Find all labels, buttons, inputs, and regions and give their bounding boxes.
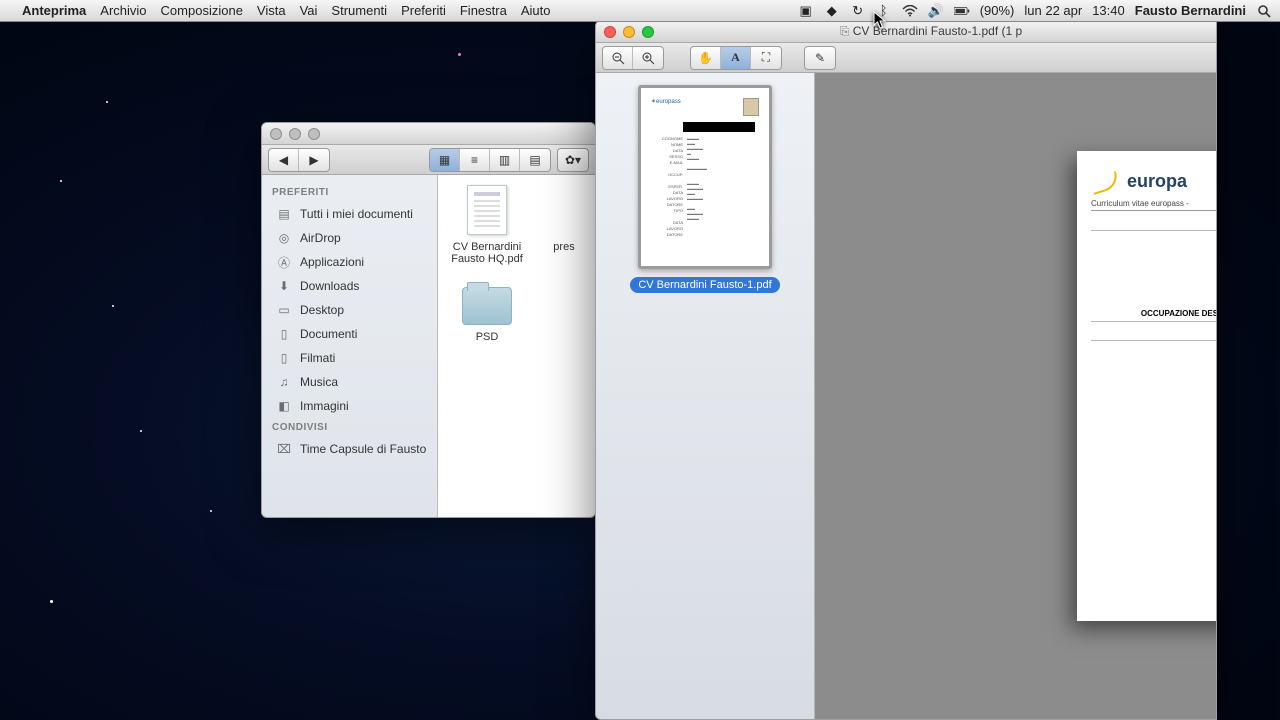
user-menu[interactable]: Fausto Bernardini [1135,3,1246,18]
sidebar-item-music[interactable]: ♫Musica [262,370,437,394]
time[interactable]: 13:40 [1092,3,1125,18]
thumbnail-label: CV Bernardini Fausto-1.pdf [630,277,779,293]
rect-select-button[interactable]: ⛶ [751,47,781,69]
sidebar-item-documents[interactable]: ▯Documenti [262,322,437,346]
movies-icon: ▯ [276,350,292,366]
photo-icon [743,98,759,116]
minimize-button[interactable] [623,26,635,38]
shared-header: CONDIVISI [262,418,437,437]
sidebar-item-applications[interactable]: ⒶApplicazioni [262,250,437,274]
music-icon: ♫ [276,374,292,390]
europass-logo-icon: ✶europass [651,98,681,105]
view-coverflow-button[interactable]: ▤ [520,149,550,171]
screen-icon[interactable]: ▣ [798,3,814,19]
sidebar-item-desktop[interactable]: ▭Desktop [262,298,437,322]
menu-vista[interactable]: Vista [257,3,286,18]
view-icons-button[interactable]: ▦ [430,149,460,171]
zoom-button[interactable] [642,26,654,38]
desktop-icon: ▭ [276,302,292,318]
images-icon: ◧ [276,398,292,414]
timemachine-icon[interactable]: ↻ [850,3,866,19]
pdf-icon [467,185,507,235]
europass-logo-icon: europa [1091,169,1216,193]
sidebar-item-downloads[interactable]: ⬇Downloads [262,274,437,298]
file-label: pres [553,241,574,253]
menu-composizione[interactable]: Composizione [161,3,243,18]
zoom-button[interactable] [308,128,320,140]
menu-aiuto[interactable]: Aiuto [521,3,551,18]
sidebar-item-movies[interactable]: ▯Filmati [262,346,437,370]
airdrop-icon: ◎ [276,230,292,246]
file-label: PSD [476,331,499,343]
sidebar-item-images[interactable]: ◧Immagini [262,394,437,418]
sidebar-item-timecapsule[interactable]: ⌧Time Capsule di Fausto [262,437,437,461]
document-canvas[interactable]: europa Curriculum vitae europass - INFOR… [815,73,1216,719]
applications-icon: Ⓐ [276,254,292,270]
battery-percent: (90%) [980,3,1015,18]
menubar: Anteprima Archivio Composizione Vista Va… [0,0,1280,22]
finder-toolbar: ◀ ▶ ▦ ≡ ▥ ▤ ✿▾ [262,145,595,175]
date[interactable]: lun 22 apr [1024,3,1082,18]
action-button[interactable]: ✿▾ [558,149,588,171]
forward-button[interactable]: ▶ [299,149,329,171]
preview-title: ⎘ CV Bernardini Fausto-1.pdf (1 p [654,24,1208,39]
back-button[interactable]: ◀ [269,149,299,171]
preview-window: ⎘ CV Bernardini Fausto-1.pdf (1 p ✋ A ⛶ … [595,20,1217,720]
document-page: europa Curriculum vitae europass - INFOR… [1077,151,1216,621]
preview-toolbar: ✋ A ⛶ ✎ [596,43,1216,73]
sidebar-item-airdrop[interactable]: ◎AirDrop [262,226,437,250]
sidebar-item-all-docs[interactable]: ▤Tutti i miei documenti [262,202,437,226]
menu-archivio[interactable]: Archivio [100,3,146,18]
annotate-button[interactable]: ✎ [805,47,835,69]
hand-tool-button[interactable]: ✋ [691,47,721,69]
view-columns-button[interactable]: ▥ [490,149,520,171]
spotlight-icon[interactable] [1256,3,1272,19]
page-subtitle: Curriculum vitae europass - [1091,199,1216,211]
volume-icon[interactable]: 🔊 [928,3,944,19]
file-cv-hq[interactable]: CV Bernardini Fausto HQ.pdf PSD [448,185,526,343]
cursor-icon [873,11,887,29]
menu-finestra[interactable]: Finestra [460,3,507,18]
text-select-button[interactable]: A [721,47,751,69]
file-pres[interactable]: pres [544,185,584,253]
file-label: CV Bernardini Fausto HQ.pdf [448,241,526,265]
menu-vai[interactable]: Vai [300,3,318,18]
wifi-icon[interactable] [902,3,918,19]
dropbox-icon[interactable]: ◆ [824,3,840,19]
preview-titlebar[interactable]: ⎘ CV Bernardini Fausto-1.pdf (1 p [596,21,1216,43]
minimize-button[interactable] [289,128,301,140]
folder-icon [462,287,512,325]
finder-titlebar[interactable] [262,123,595,145]
close-button[interactable] [270,128,282,140]
thumbnail-sidebar: ✶europass COGNOMENOMEDATASESSOE-MAILOCCU… [596,73,815,719]
app-menu[interactable]: Anteprima [22,3,86,18]
finder-content[interactable]: CV Bernardini Fausto HQ.pdf PSD pres [438,175,595,517]
documents-icon: ▯ [276,326,292,342]
page-thumbnail[interactable]: ✶europass COGNOMENOMEDATASESSOE-MAILOCCU… [638,85,772,269]
zoom-out-button[interactable] [603,47,633,69]
view-list-button[interactable]: ≡ [460,149,490,171]
zoom-in-button[interactable] [633,47,663,69]
battery-icon[interactable] [954,3,970,19]
favorites-header: PREFERITI [262,183,437,202]
timecapsule-icon: ⌧ [276,441,292,457]
doc-icon: ▤ [276,206,292,222]
close-button[interactable] [604,26,616,38]
menu-strumenti[interactable]: Strumenti [331,3,387,18]
downloads-icon: ⬇ [276,278,292,294]
finder-sidebar: PREFERITI ▤Tutti i miei documenti ◎AirDr… [262,175,438,517]
menu-preferiti[interactable]: Preferiti [401,3,446,18]
finder-window: ◀ ▶ ▦ ≡ ▥ ▤ ✿▾ PREFERITI ▤Tutti i miei d… [261,122,596,518]
